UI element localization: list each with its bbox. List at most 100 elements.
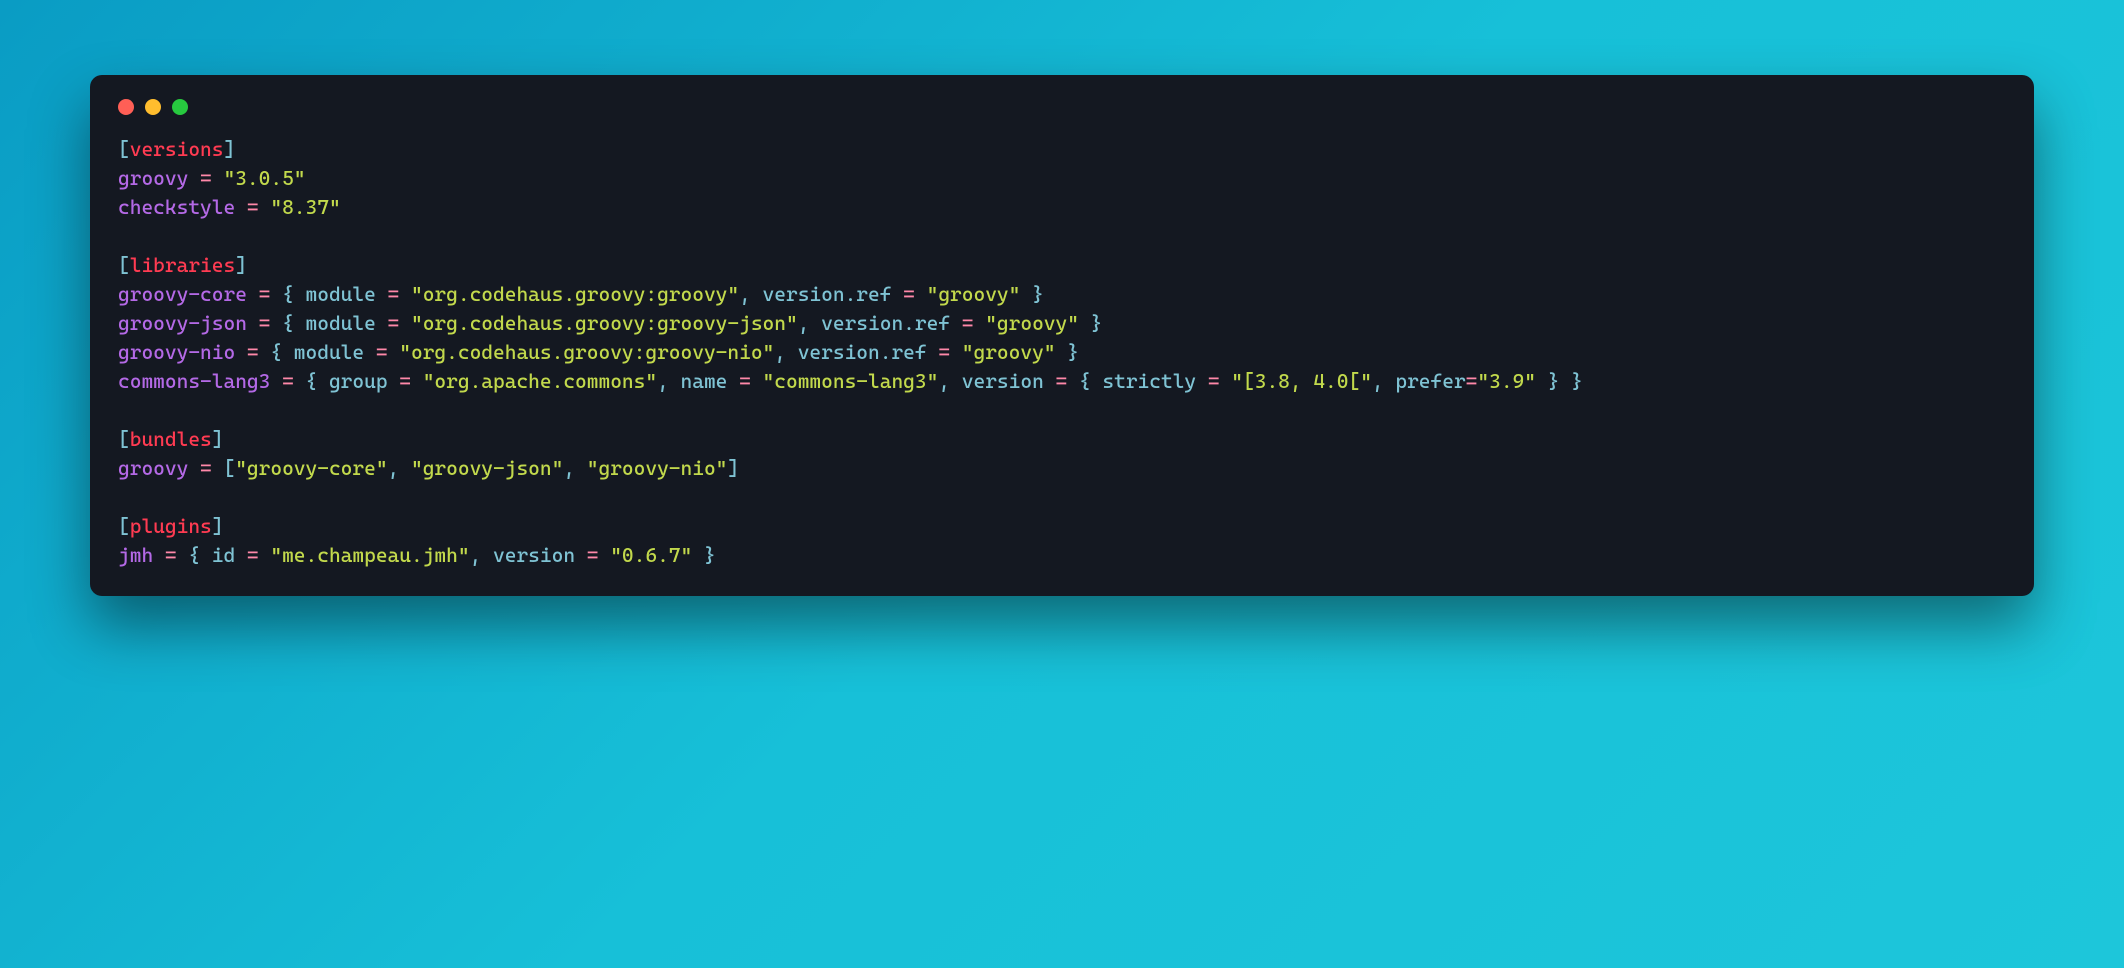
brace-close: } [692,543,715,567]
equals: = [364,340,399,364]
minimize-icon[interactable] [145,99,161,115]
equals: = [927,340,962,364]
bracket-open: [ [118,253,130,277]
brace-close: } [1056,340,1079,364]
key-groovy-json: groovy-json [118,311,247,335]
value-version-ref: "groovy" [927,282,1021,306]
attr-version-ref: version.ref [798,340,927,364]
equals: = [153,543,188,567]
equals: = [247,311,282,335]
key-jmh: jmh [118,543,153,567]
attr-name: name [681,369,728,393]
section-plugins: plugins [130,514,212,538]
equals: = [1044,369,1079,393]
brace-open: { [282,282,305,306]
brace-open: { [1079,369,1102,393]
brace-open: { [306,369,329,393]
bracket-open: [ [118,137,130,161]
code-editor[interactable]: [versions] groovy = "3.0.5" checkstyle =… [118,135,2006,570]
bracket-close: ] [212,514,224,538]
bracket-open: [ [118,427,130,451]
value-module: "org.codehaus.groovy:groovy" [411,282,739,306]
section-bundles: bundles [130,427,212,451]
comma: , [798,311,821,335]
equals: = [1466,369,1478,393]
equals: = [270,369,305,393]
code-window: [versions] groovy = "3.0.5" checkstyle =… [90,75,2034,596]
value-prefer: "3.9" [1477,369,1536,393]
section-libraries: libraries [130,253,235,277]
equals: = [235,340,270,364]
equals: = [1196,369,1231,393]
brace-open: { [188,543,211,567]
value-version-ref: "groovy" [962,340,1056,364]
bundle-item: "groovy-core" [235,456,387,480]
attr-module: module [306,311,376,335]
section-versions: versions [130,137,224,161]
value-groovy-version: "3.0.5" [223,166,305,190]
close-icon[interactable] [118,99,134,115]
key-commons-lang3: commons-lang3 [118,369,270,393]
bracket-close: ] [212,427,224,451]
equals: = [235,195,270,219]
value-group: "org.apache.commons" [423,369,657,393]
brace-close: } [1079,311,1102,335]
equals: = [235,543,270,567]
value-module: "org.codehaus.groovy:groovy-nio" [399,340,774,364]
comma: , [470,543,493,567]
attr-version-ref: version.ref [763,282,892,306]
window-titlebar [118,95,2006,135]
key-bundle-groovy: groovy [118,456,188,480]
brace-open: { [270,340,293,364]
attr-version: version [493,543,575,567]
comma: , [1372,369,1395,393]
bracket-close: ] [235,253,247,277]
brace-close: } [1020,282,1043,306]
bundle-item: "groovy-json" [411,456,563,480]
attr-version-ref: version.ref [821,311,950,335]
bracket-close: ] [727,456,739,480]
attr-strictly: strictly [1102,369,1196,393]
value-module: "org.codehaus.groovy:groovy-json" [411,311,798,335]
equals: = [188,166,223,190]
equals: = [376,282,411,306]
attr-version: version [962,369,1044,393]
key-groovy-core: groovy-core [118,282,247,306]
key-groovy: groovy [118,166,188,190]
brace-close: } [1559,369,1582,393]
attr-module: module [306,282,376,306]
equals: = [188,456,223,480]
equals: = [950,311,985,335]
brace-open: { [282,311,305,335]
bracket-close: ] [223,137,235,161]
zoom-icon[interactable] [172,99,188,115]
equals: = [575,543,610,567]
comma: , [657,369,680,393]
comma: , [563,456,586,480]
equals: = [727,369,762,393]
attr-id: id [212,543,235,567]
equals: = [247,282,282,306]
bundle-item: "groovy-nio" [587,456,728,480]
equals: = [891,282,926,306]
comma: , [739,282,762,306]
key-groovy-nio: groovy-nio [118,340,235,364]
attr-prefer: prefer [1395,369,1465,393]
bracket-open: [ [118,514,130,538]
equals: = [376,311,411,335]
bracket-open: [ [223,456,235,480]
attr-module: module [294,340,364,364]
value-version: "0.6.7" [610,543,692,567]
attr-group: group [329,369,388,393]
key-checkstyle: checkstyle [118,195,235,219]
value-checkstyle-version: "8.37" [270,195,340,219]
equals: = [388,369,423,393]
brace-close: } [1536,369,1559,393]
value-version-ref: "groovy" [985,311,1079,335]
comma: , [938,369,961,393]
comma: , [388,456,411,480]
comma: , [774,340,797,364]
value-strictly: "[3.8, 4.0[" [1231,369,1372,393]
value-id: "me.champeau.jmh" [270,543,469,567]
value-name: "commons-lang3" [763,369,939,393]
